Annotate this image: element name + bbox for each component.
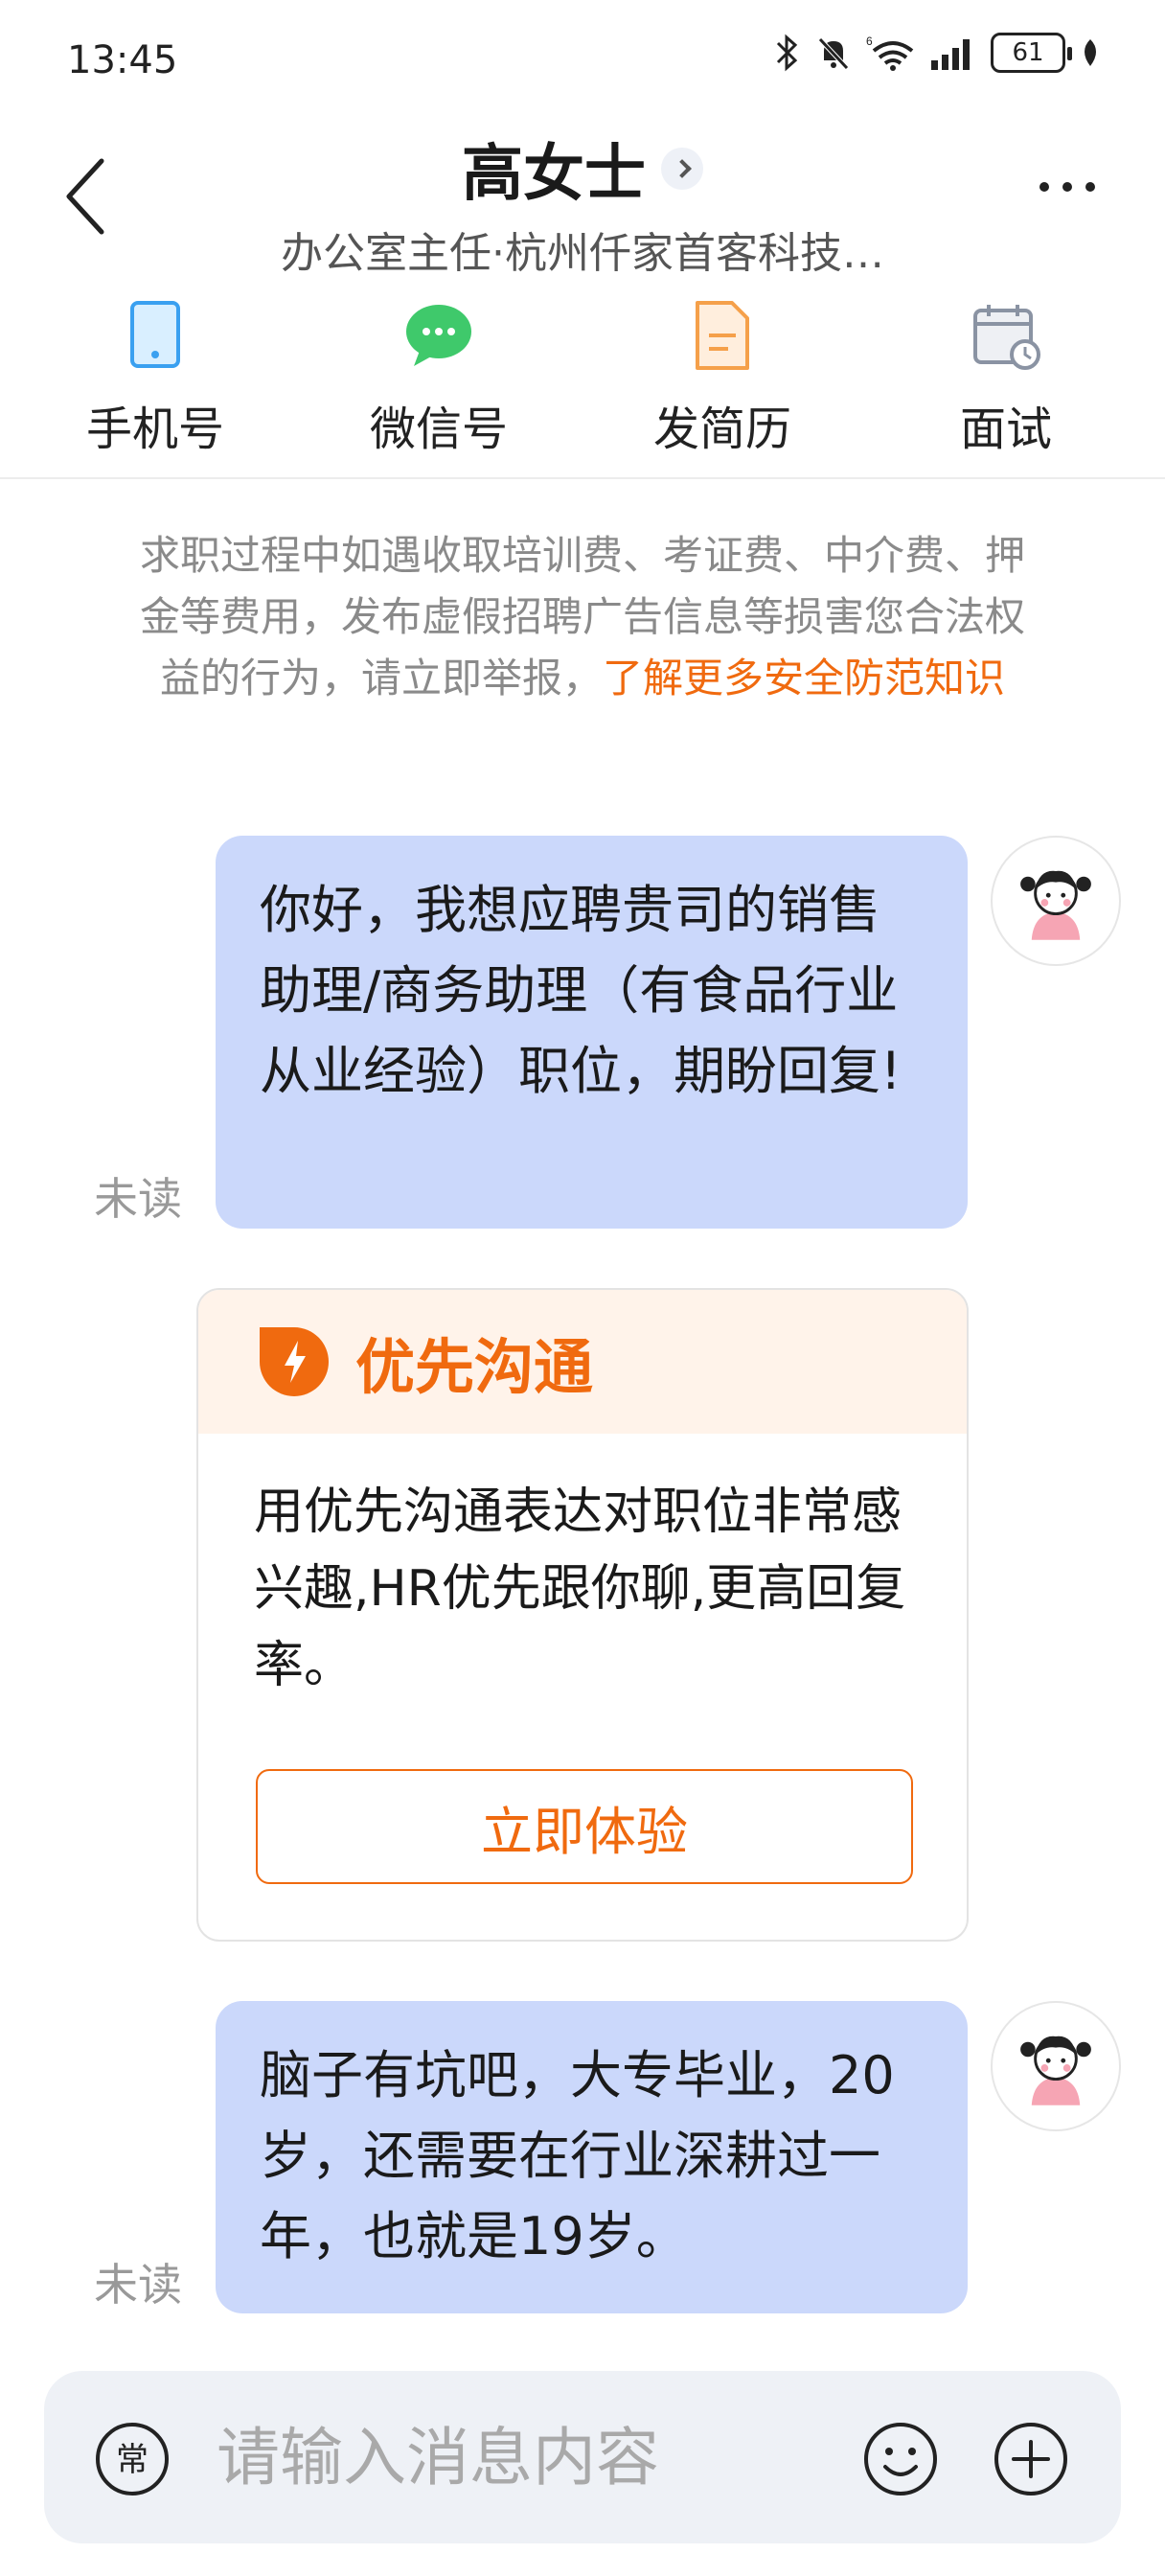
plus-icon[interactable] — [993, 2421, 1069, 2497]
bluetooth-icon — [776, 34, 798, 72]
chevron-right-icon[interactable] — [661, 148, 703, 190]
action-label: 手机号 — [85, 402, 224, 456]
wifi-label: 6 — [866, 34, 873, 48]
phone-icon — [130, 301, 180, 368]
interview-calendar-icon — [973, 305, 1040, 370]
resume-icon — [696, 301, 749, 370]
chat-page: 13:45 6 61 高女士 办公室主任·杭州仟家首客科技… 手机号 微信号 发… — [0, 0, 1165, 2576]
leaf-icon — [1085, 39, 1096, 66]
action-label: 微信号 — [369, 402, 508, 456]
signal-icon — [931, 39, 970, 70]
contact-name[interactable]: 高女士 — [462, 125, 646, 213]
read-status: 未读 — [94, 1173, 182, 1225]
action-send-resume[interactable]: 发简历 — [617, 297, 828, 458]
card-title: 优先沟通 — [355, 1332, 594, 1402]
common-phrases-label: 常 — [116, 2441, 148, 2479]
common-phrases-button[interactable]: 常 — [94, 2421, 171, 2497]
message-input[interactable] — [217, 2409, 868, 2505]
title-wrap[interactable]: 高女士 — [0, 125, 1165, 213]
message-text: 你好，我想应聘贵司的销售助理/商务助理（有食品行业从业经验）职位，期盼回复! — [260, 880, 902, 1101]
status-time: 13:45 — [67, 38, 178, 82]
chat-header: 高女士 办公室主任·杭州仟家首客科技… — [0, 115, 1165, 278]
lightning-icon — [260, 1327, 329, 1396]
safety-knowledge-link[interactable]: 了解更多安全防范知识 — [603, 655, 1005, 702]
dot-icon — [1062, 182, 1072, 192]
battery-indicator: 61 — [991, 33, 1072, 73]
action-label: 面试 — [959, 402, 1052, 456]
message-bubble[interactable]: 你好，我想应聘贵司的销售助理/商务助理（有食品行业从业经验）职位，期盼回复! — [216, 836, 968, 1229]
safety-notice: 求职过程中如遇收取培训费、考证费、中介费、押金等费用，发布虚假招聘广告信息等损害… — [134, 525, 1031, 709]
more-options-button[interactable] — [1029, 172, 1106, 201]
avatar[interactable] — [991, 2001, 1121, 2131]
dot-icon — [1039, 182, 1049, 192]
try-now-button[interactable]: 立即体验 — [256, 1769, 913, 1884]
emoji-icon[interactable] — [862, 2421, 939, 2497]
read-status: 未读 — [94, 2259, 182, 2311]
status-bar: 13:45 6 61 — [0, 0, 1165, 125]
wifi-icon: 6 — [866, 34, 914, 71]
wechat-icon — [406, 305, 471, 366]
card-header: 优先沟通 — [198, 1290, 967, 1434]
dot-icon — [1085, 182, 1095, 192]
action-label: 发简历 — [652, 402, 791, 456]
quick-actions: 手机号 微信号 发简历 面试 — [0, 297, 1165, 479]
message-text: 脑子有坑吧，大专毕业，20岁，还需要在行业深耕过一年，也就是19岁。 — [260, 2045, 895, 2266]
message-input-bar: 常 — [44, 2371, 1121, 2543]
action-phone[interactable]: 手机号 — [50, 297, 261, 458]
action-interview[interactable]: 面试 — [901, 297, 1111, 458]
card-body: 用优先沟通表达对职位非常感兴趣,HR优先跟你聊,更高回复率。 — [254, 1484, 906, 1694]
mute-bell-icon — [818, 37, 849, 70]
action-wechat[interactable]: 微信号 — [333, 297, 544, 458]
message-bubble[interactable]: 脑子有坑吧，大专毕业，20岁，还需要在行业深耕过一年，也就是19岁。 — [216, 2001, 968, 2313]
priority-chat-card: 优先沟通 用优先沟通表达对职位非常感兴趣,HR优先跟你聊,更高回复率。 立即体验 — [196, 1288, 969, 1942]
status-icons: 6 61 — [772, 33, 1102, 73]
avatar[interactable] — [991, 836, 1121, 966]
contact-subtitle: 办公室主任·杭州仟家首客科技… — [281, 229, 884, 278]
